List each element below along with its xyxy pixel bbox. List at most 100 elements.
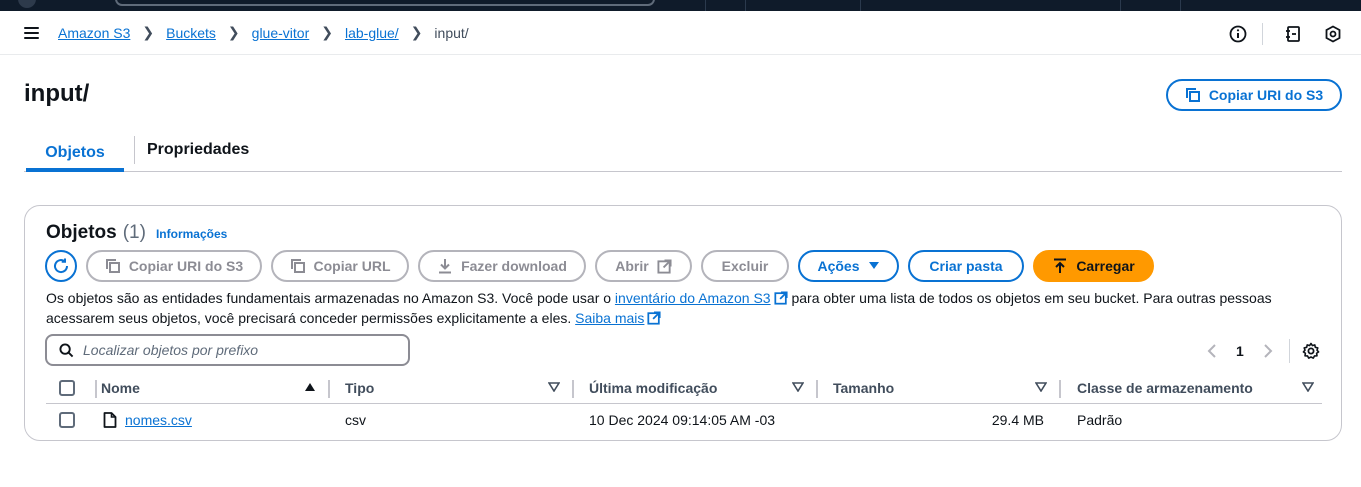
upload-icon xyxy=(1054,258,1067,273)
column-divider xyxy=(816,380,818,398)
file-icon xyxy=(103,412,117,428)
prefix-search[interactable] xyxy=(45,334,410,366)
page-title: input/ xyxy=(24,80,90,107)
breadcrumb-amazon-s3[interactable]: Amazon S3 xyxy=(58,25,130,41)
refresh-button[interactable] xyxy=(45,250,77,282)
nav-divider xyxy=(745,0,746,11)
delete-label: Excluir xyxy=(721,258,769,274)
utility-icons xyxy=(1208,23,1343,45)
open-label: Abrir xyxy=(615,258,649,274)
download-button[interactable]: Fazer download xyxy=(418,250,586,282)
create-folder-button[interactable]: Criar pasta xyxy=(908,250,1024,282)
upload-label: Carregar xyxy=(1076,258,1135,274)
actions-label: Ações xyxy=(817,258,860,274)
copy-uri-label: Copiar URI do S3 xyxy=(128,258,244,274)
external-link-icon xyxy=(647,311,661,325)
column-divider xyxy=(95,380,97,398)
external-link-icon xyxy=(774,291,788,305)
next-page-icon[interactable] xyxy=(1257,340,1279,362)
nav-divider xyxy=(860,0,861,11)
panel-title: Objetos xyxy=(46,222,117,243)
menu-icon[interactable] xyxy=(24,27,39,39)
row-last-modified: 10 Dec 2024 09:14:05 AM -03 xyxy=(589,412,776,428)
chevron-right-icon: ❯ xyxy=(227,24,240,40)
open-button[interactable]: Abrir xyxy=(595,250,692,282)
copy-s3-uri-button[interactable]: Copiar URI do S3 xyxy=(1166,79,1342,111)
breadcrumb-bucket[interactable]: glue-vitor xyxy=(252,25,310,41)
refresh-icon xyxy=(54,258,69,274)
row-name-cell: nomes.csv xyxy=(103,404,192,436)
learn-more-link[interactable]: Saiba mais xyxy=(575,310,644,326)
breadcrumb-current: input/ xyxy=(434,24,469,41)
breadcrumb-folder[interactable]: lab-glue/ xyxy=(345,25,399,41)
object-count: (1) xyxy=(122,222,146,243)
column-last-modified[interactable]: Última modificação xyxy=(589,372,717,404)
inventory-link[interactable]: inventário do Amazon S3 xyxy=(615,290,771,306)
pager-divider xyxy=(1288,339,1290,363)
tab-list: Objetos Propriedades xyxy=(24,134,1342,172)
copy-icon xyxy=(1185,88,1200,102)
external-link-icon xyxy=(657,258,672,274)
column-divider xyxy=(1059,380,1061,398)
global-search-input[interactable] xyxy=(115,0,655,6)
breadcrumb-bar: Amazon S3 ❯ Buckets ❯ glue-vitor ❯ lab-g… xyxy=(0,11,1361,55)
column-name[interactable]: Nome xyxy=(101,372,140,404)
objects-table: Nome Tipo Última modificação Tamanho Cla… xyxy=(46,372,1322,436)
tab-properties[interactable]: Propriedades xyxy=(134,136,249,164)
column-divider xyxy=(572,380,574,398)
sort-ascending-icon[interactable] xyxy=(304,382,316,392)
object-name-link[interactable]: nomes.csv xyxy=(125,412,192,428)
aws-logo-icon[interactable] xyxy=(18,0,36,8)
breadcrumb: Amazon S3 ❯ Buckets ❯ glue-vitor ❯ lab-g… xyxy=(58,24,469,41)
chevron-right-icon: ❯ xyxy=(410,24,423,40)
download-icon xyxy=(439,259,452,274)
toolbar-divider xyxy=(1262,23,1263,45)
create-folder-label: Criar pasta xyxy=(929,258,1003,274)
pagination: 1 xyxy=(1201,339,1322,363)
action-toolbar: Copiar URI do S3 Copiar URL Fazer downlo… xyxy=(45,250,1154,282)
column-divider xyxy=(328,380,330,398)
select-all-checkbox[interactable] xyxy=(59,372,75,404)
caret-down-icon xyxy=(868,262,879,269)
row-storage-class: Padrão xyxy=(1077,412,1123,428)
copy-url-label: Copiar URL xyxy=(313,258,391,274)
prev-page-icon[interactable] xyxy=(1201,340,1223,362)
breadcrumb-buckets[interactable]: Buckets xyxy=(166,25,216,41)
sort-icon[interactable] xyxy=(1035,382,1047,392)
panel-header: Objetos (1) Informações xyxy=(46,222,227,244)
table-header: Nome Tipo Última modificação Tamanho Cla… xyxy=(46,372,1322,404)
sort-icon[interactable] xyxy=(1302,382,1314,392)
upload-button[interactable]: Carregar xyxy=(1033,250,1154,282)
page-number[interactable]: 1 xyxy=(1236,343,1244,359)
top-navigation-bar xyxy=(0,0,1361,11)
delete-button[interactable]: Excluir xyxy=(701,250,789,282)
description-text: Os objetos são as entidades fundamentais… xyxy=(46,290,615,306)
chevron-right-icon: ❯ xyxy=(321,24,333,40)
nav-divider xyxy=(1120,0,1121,11)
nav-divider xyxy=(705,0,706,11)
info-link[interactable]: Informações xyxy=(156,227,227,241)
copy-url-button[interactable]: Copiar URL xyxy=(271,250,409,282)
chevron-right-icon: ❯ xyxy=(142,24,155,40)
notes-icon[interactable] xyxy=(1283,24,1303,44)
objects-panel: Objetos (1) Informações Copiar URI do S3… xyxy=(24,205,1342,441)
column-storage-class[interactable]: Classe de armazenamento xyxy=(1077,372,1253,404)
column-size[interactable]: Tamanho xyxy=(833,372,894,404)
table-row[interactable]: nomes.csv csv 10 Dec 2024 09:14:05 AM -0… xyxy=(46,404,1322,436)
copy-icon xyxy=(290,259,305,273)
nav-divider xyxy=(1180,0,1181,11)
sort-icon[interactable] xyxy=(548,382,560,392)
row-size: 29.4 MB xyxy=(991,412,1044,428)
row-type: csv xyxy=(345,412,366,428)
copy-uri-button[interactable]: Copiar URI do S3 xyxy=(86,250,262,282)
tab-objects[interactable]: Objetos xyxy=(26,134,124,172)
info-icon[interactable] xyxy=(1228,24,1248,44)
search-icon xyxy=(59,342,74,357)
prefix-search-input[interactable] xyxy=(83,342,383,358)
sort-icon[interactable] xyxy=(792,382,804,392)
column-type[interactable]: Tipo xyxy=(345,372,374,404)
actions-dropdown[interactable]: Ações xyxy=(798,250,899,282)
settings-hex-icon[interactable] xyxy=(1323,24,1343,44)
row-checkbox[interactable] xyxy=(59,404,75,436)
gear-icon[interactable] xyxy=(1300,340,1322,362)
